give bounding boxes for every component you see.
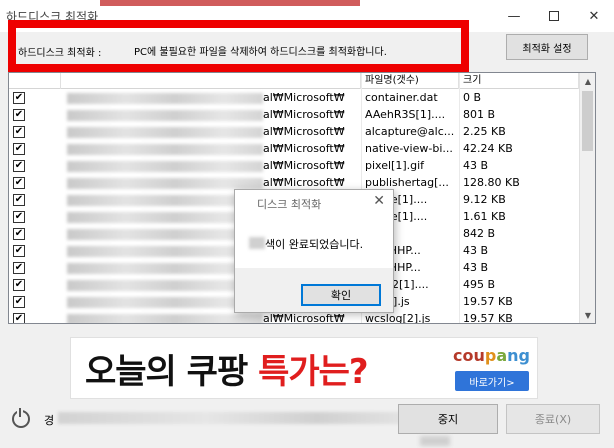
logo-letters-4: ng (507, 346, 530, 365)
coupang-logo: coupang (453, 346, 530, 365)
file-size: 0 B (463, 91, 482, 104)
path-suffix: al₩Microsoft₩ (263, 159, 345, 172)
close-window-button[interactable]: ✕ (574, 0, 614, 32)
maximize-icon (549, 11, 559, 21)
redacted-path (67, 144, 263, 155)
file-size: 495 B (463, 278, 496, 291)
dialog-close-icon[interactable]: ✕ (373, 193, 385, 209)
path-cell: al₩Microsoft₩ (61, 158, 361, 175)
file-size: 43 B (463, 244, 489, 257)
completion-dialog: 디스크 최적화 ✕ 색이 완료되었습니다. 확인 (234, 189, 394, 313)
power-icon (12, 408, 30, 428)
path-suffix: al₩Microsoft₩ (263, 91, 345, 104)
optimize-settings-button[interactable]: 최적화 설정 (506, 34, 588, 60)
path-cell: al₩Microsoft₩ (61, 124, 361, 141)
scroll-up-icon[interactable]: ▲ (580, 73, 595, 89)
ad-banner[interactable]: 오늘의 쿠팡 특가는? coupang 바로가기> (70, 337, 538, 399)
row-checkbox[interactable]: ✔ (13, 279, 25, 291)
file-size: 128.80 KB (463, 176, 520, 189)
table-row[interactable]: ✔ al₩Microsoft₩ AAehR3S[1].... 801 B (9, 107, 581, 124)
file-size: 43 B (463, 261, 489, 274)
file-name: pixel[1].gif (365, 159, 425, 172)
path-cell: al₩Microsoft₩ (61, 90, 361, 107)
path-suffix: al₩Microsoft₩ (263, 108, 345, 121)
row-checkbox[interactable]: ✔ (13, 228, 25, 240)
exit-button[interactable]: 종료(X) (506, 404, 600, 434)
file-name: native-view-bi... (365, 142, 453, 155)
status-label: 경 (44, 414, 55, 427)
column-header-path[interactable] (61, 73, 361, 89)
redacted-path (67, 127, 263, 138)
ad-cta-button[interactable]: 바로가기> (455, 371, 529, 391)
file-size: 1.61 KB (463, 210, 506, 223)
file-name: alcapture@alc... (365, 125, 455, 138)
path-suffix: al₩Microsoft₩ (263, 125, 345, 138)
scrollbar-thumb[interactable] (582, 91, 593, 151)
path-cell: al₩Microsoft₩ (61, 141, 361, 158)
dialog-ok-button[interactable]: 확인 (301, 284, 381, 306)
vertical-scrollbar[interactable]: ▲ ▼ (579, 73, 595, 323)
redacted-path (67, 110, 263, 121)
row-checkbox[interactable]: ✔ (13, 313, 25, 323)
redacted-path (67, 314, 263, 323)
row-checkbox[interactable]: ✔ (13, 211, 25, 223)
path-cell: al₩Microsoft₩ (61, 107, 361, 124)
row-checkbox[interactable]: ✔ (13, 160, 25, 172)
redacted-path (67, 178, 263, 189)
file-size: 801 B (463, 108, 496, 121)
file-size: 2.25 KB (463, 125, 506, 138)
redacted-area (420, 436, 450, 446)
file-size: 19.57 KB (463, 312, 513, 324)
row-checkbox[interactable]: ✔ (13, 177, 25, 189)
background-strip (100, 0, 360, 6)
row-checkbox[interactable]: ✔ (13, 245, 25, 257)
row-checkbox[interactable]: ✔ (13, 109, 25, 121)
row-checkbox[interactable]: ✔ (13, 262, 25, 274)
column-header-check[interactable] (9, 73, 61, 89)
table-row[interactable]: ✔ al₩Microsoft₩ container.dat 0 B (9, 90, 581, 107)
redacted-status (58, 412, 428, 424)
row-checkbox[interactable]: ✔ (13, 126, 25, 138)
file-name: AAehR3S[1].... (365, 108, 446, 121)
row-checkbox[interactable]: ✔ (13, 143, 25, 155)
column-header-filename[interactable]: 파일명(갯수) (361, 73, 459, 89)
logo-letters-1: cou (453, 346, 485, 365)
table-row[interactable]: ✔ al₩Microsoft₩ native-view-bi... 42.24 KB (9, 141, 581, 158)
row-checkbox[interactable]: ✔ (13, 194, 25, 206)
path-suffix: al₩Microsoft₩ (263, 312, 345, 324)
table-row[interactable]: ✔ al₩Microsoft₩ pixel[1].gif 43 B (9, 158, 581, 175)
file-size: 9.12 KB (463, 193, 506, 206)
redacted-text (249, 237, 265, 249)
file-size: 842 B (463, 227, 496, 240)
minimize-button[interactable]: — (494, 0, 534, 32)
file-size: 42.24 KB (463, 142, 513, 155)
file-name: container.dat (365, 91, 438, 104)
ad-headline-part1: 오늘의 쿠팡 (85, 352, 248, 392)
dialog-footer: 확인 (235, 268, 393, 312)
logo-letters-3: a (496, 346, 508, 365)
file-size: 19.57 KB (463, 295, 513, 308)
file-size: 43 B (463, 159, 489, 172)
stop-button[interactable]: 중지 (398, 404, 498, 434)
file-name: wcslog[2].js (365, 312, 431, 324)
maximize-button[interactable] (534, 0, 574, 32)
dialog-title: 디스크 최적화 (257, 198, 322, 211)
redacted-path (67, 93, 263, 104)
row-checkbox[interactable]: ✔ (13, 92, 25, 104)
path-suffix: al₩Microsoft₩ (263, 176, 345, 189)
table-row[interactable]: ✔ al₩Microsoft₩ alcapture@alc... 2.25 KB (9, 124, 581, 141)
dialog-message: 색이 완료되었습니다. (265, 238, 364, 251)
column-header-size[interactable]: 크기 (459, 73, 579, 89)
scroll-down-icon[interactable]: ▼ (580, 307, 595, 323)
table-header: 파일명(갯수) 크기 (9, 73, 595, 89)
header-label: 하드디스크 최적화 : (18, 48, 102, 59)
row-checkbox[interactable]: ✔ (13, 296, 25, 308)
file-name: publishertag[... (365, 176, 449, 189)
ad-headline-part2: 특가는? (258, 352, 369, 392)
path-suffix: al₩Microsoft₩ (263, 142, 345, 155)
logo-letters-2: p (484, 346, 497, 365)
ad-headline: 오늘의 쿠팡 특가는? (85, 344, 369, 393)
redacted-path (67, 161, 263, 172)
header-description: PC에 불필요한 파일을 삭제하여 하드디스크를 최적화합니다. (134, 47, 387, 58)
